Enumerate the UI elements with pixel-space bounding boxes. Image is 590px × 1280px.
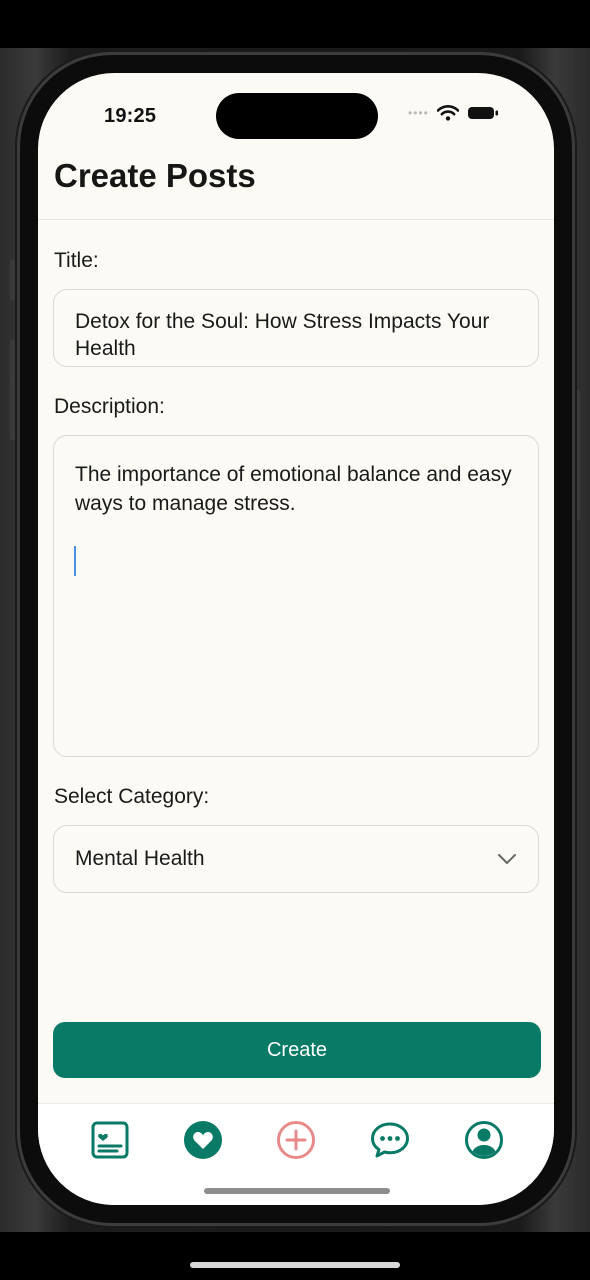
tab-messages[interactable] [368, 1118, 412, 1162]
tab-favorites[interactable] [181, 1118, 225, 1162]
description-textarea[interactable]: The importance of emotional balance and … [53, 435, 539, 757]
text-cursor [74, 546, 76, 576]
side-button [10, 340, 16, 440]
signal-icon: •••• [408, 106, 429, 120]
create-button[interactable]: Create [53, 1022, 541, 1078]
posts-list-icon [91, 1121, 129, 1159]
bottom-black-band [0, 1232, 590, 1280]
profile-icon [465, 1121, 503, 1159]
title-label: Title: [54, 249, 99, 272]
wifi-icon [436, 105, 459, 121]
description-value: The importance of emotional balance and … [75, 463, 512, 515]
side-button [10, 260, 16, 300]
tab-profile[interactable] [462, 1118, 506, 1162]
chat-bubble-icon [371, 1122, 409, 1158]
status-icons: •••• [408, 105, 499, 121]
header-divider [38, 219, 554, 220]
tab-bar [38, 1103, 554, 1205]
tab-posts[interactable] [88, 1118, 132, 1162]
home-indicator [204, 1188, 390, 1194]
plus-circle-icon [277, 1121, 315, 1159]
top-black-band [0, 0, 590, 48]
host-home-indicator [190, 1262, 400, 1268]
side-button [574, 390, 580, 520]
title-input[interactable]: Detox for the Soul: How Stress Impacts Y… [53, 289, 539, 367]
battery-icon [467, 107, 498, 119]
page-title: Create Posts [54, 157, 256, 194]
title-input-value: Detox for the Soul: How Stress Impacts Y… [75, 310, 490, 360]
category-label: Select Category: [54, 785, 210, 808]
category-select[interactable]: Mental Health [53, 825, 539, 893]
heart-circle-icon [184, 1121, 222, 1159]
description-label: Description: [54, 395, 165, 418]
tab-create[interactable] [274, 1118, 318, 1162]
phone-frame: 19:25 •••• Create Posts Title: Detox for… [20, 55, 572, 1223]
status-time: 19:25 [104, 105, 157, 127]
category-selected-value: Mental Health [75, 847, 205, 870]
app-screen: 19:25 •••• Create Posts Title: Detox for… [38, 73, 554, 1205]
dynamic-island [216, 93, 378, 139]
chevron-down-icon [498, 854, 516, 864]
